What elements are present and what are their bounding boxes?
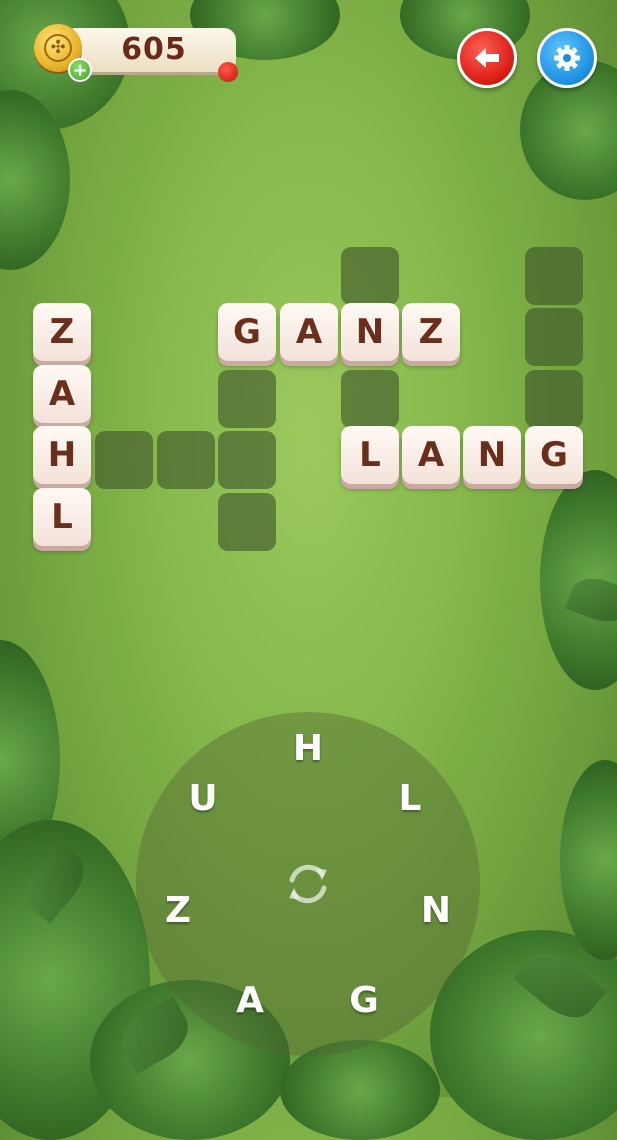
letter-tile: A bbox=[402, 426, 460, 484]
wheel-letter[interactable]: U bbox=[178, 774, 228, 824]
letter-tile: N bbox=[463, 426, 521, 484]
coin-count: 605 bbox=[121, 32, 187, 67]
letter-tile: N bbox=[341, 303, 399, 361]
shuffle-button[interactable] bbox=[280, 856, 336, 912]
letter-tile: Z bbox=[402, 303, 460, 361]
coin-counter[interactable]: 605 ✣ + bbox=[34, 24, 238, 82]
letter-tile: L bbox=[341, 426, 399, 484]
gear-icon bbox=[554, 45, 580, 71]
empty-cell bbox=[157, 431, 215, 489]
empty-cell bbox=[218, 431, 276, 489]
letter-tile: A bbox=[33, 365, 91, 423]
empty-cell bbox=[341, 370, 399, 428]
letter-tile: H bbox=[33, 426, 91, 484]
wheel-letter[interactable]: H bbox=[283, 724, 333, 774]
wheel-letter[interactable]: A bbox=[225, 976, 275, 1026]
letter-tile: A bbox=[280, 303, 338, 361]
empty-cell bbox=[525, 247, 583, 305]
letter-tile: L bbox=[33, 488, 91, 546]
empty-cell bbox=[341, 247, 399, 305]
wheel-letter[interactable]: L bbox=[385, 774, 435, 824]
back-button[interactable] bbox=[457, 28, 517, 88]
empty-cell bbox=[525, 370, 583, 428]
shuffle-icon bbox=[289, 864, 327, 904]
letter-tile: G bbox=[218, 303, 276, 361]
settings-button[interactable] bbox=[537, 28, 597, 88]
empty-cell bbox=[525, 308, 583, 366]
arrow-left-icon bbox=[475, 48, 499, 68]
empty-cell bbox=[95, 431, 153, 489]
empty-cell bbox=[218, 493, 276, 551]
add-coins-icon[interactable]: + bbox=[68, 58, 92, 82]
notification-dot bbox=[218, 62, 238, 82]
letter-tile: Z bbox=[33, 303, 91, 361]
wheel-letter[interactable]: Z bbox=[153, 886, 203, 936]
empty-cell bbox=[218, 370, 276, 428]
wheel-letter[interactable]: N bbox=[411, 886, 461, 936]
letter-tile: G bbox=[525, 426, 583, 484]
wheel-letter[interactable]: G bbox=[339, 976, 389, 1026]
